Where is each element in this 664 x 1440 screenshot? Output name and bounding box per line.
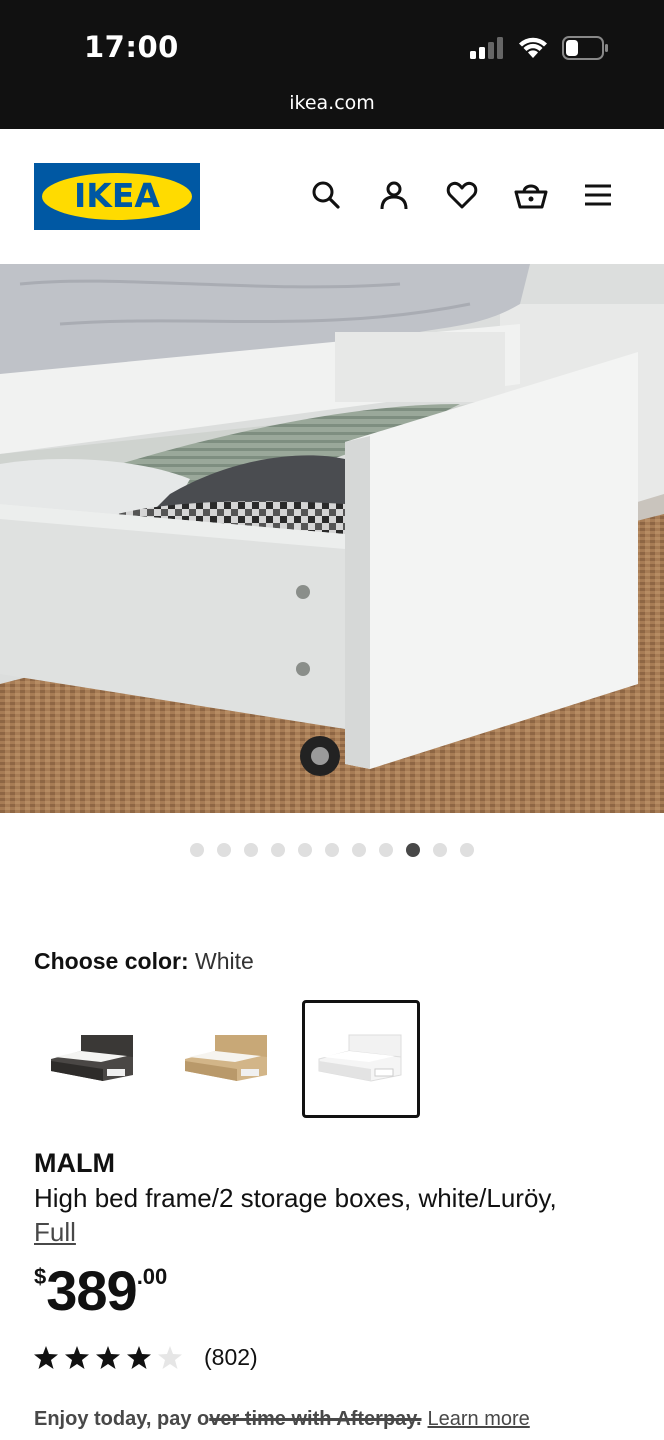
afterpay-learn-more-link[interactable]: Learn more xyxy=(428,1408,530,1430)
carousel-dot[interactable] xyxy=(325,843,339,857)
carousel-dot[interactable] xyxy=(433,843,447,857)
product-price: $389.00 xyxy=(34,1258,167,1323)
carousel-dot-active[interactable] xyxy=(406,843,420,857)
star-filled-icon xyxy=(127,1346,151,1369)
carousel-dot[interactable] xyxy=(271,843,285,857)
color-option-black-brown[interactable] xyxy=(34,1000,152,1118)
carousel-dot[interactable] xyxy=(460,843,474,857)
carousel-dots xyxy=(0,843,664,857)
bed-thumbnail-icon xyxy=(318,1034,402,1082)
color-swatches xyxy=(34,1000,420,1118)
color-option-oak[interactable] xyxy=(168,1000,286,1118)
battery-icon xyxy=(562,36,608,60)
price-currency: $ xyxy=(34,1264,47,1289)
product-size-link[interactable]: Full xyxy=(34,1217,76,1247)
carousel-dot[interactable] xyxy=(379,843,393,857)
product-image[interactable] xyxy=(0,264,664,813)
price-integer: 389 xyxy=(46,1259,137,1322)
bed-thumbnail-icon xyxy=(51,1035,133,1081)
logo-text: IKEA xyxy=(74,176,160,215)
star-filled-icon xyxy=(65,1346,89,1369)
carousel-dot[interactable] xyxy=(190,843,204,857)
basket-icon[interactable] xyxy=(514,179,548,211)
color-chooser-label: Choose color: White xyxy=(34,948,254,975)
header-nav-icons xyxy=(310,179,614,211)
carousel-dot[interactable] xyxy=(217,843,231,857)
carousel-dot[interactable] xyxy=(244,843,258,857)
heart-icon[interactable] xyxy=(446,179,478,211)
afterpay-lead-text: Enjoy today, pay o xyxy=(34,1408,210,1430)
site-header: IKEA xyxy=(0,129,664,264)
product-rating[interactable]: (802) xyxy=(34,1344,258,1371)
product-name: MALM xyxy=(34,1148,115,1178)
review-count[interactable]: (802) xyxy=(204,1344,258,1371)
status-icons xyxy=(470,36,608,60)
signal-icon xyxy=(470,37,503,59)
star-filled-icon xyxy=(34,1346,58,1369)
choose-color-label: Choose color: xyxy=(34,948,189,974)
wifi-icon xyxy=(519,37,547,58)
product-description: High bed frame/2 storage boxes, white/Lu… xyxy=(34,1181,634,1249)
status-bar: 17:00 ikea.com xyxy=(0,0,664,129)
account-icon[interactable] xyxy=(378,179,410,211)
afterpay-struck-text: ver time with Afterpay. xyxy=(209,1408,422,1430)
selected-color-value: White xyxy=(195,948,254,974)
search-icon[interactable] xyxy=(310,179,342,211)
color-option-white[interactable] xyxy=(302,1000,420,1118)
carousel-dot[interactable] xyxy=(352,843,366,857)
ikea-logo[interactable]: IKEA xyxy=(34,163,200,230)
carousel-dot[interactable] xyxy=(298,843,312,857)
afterpay-banner: Enjoy today, pay over time with Afterpay… xyxy=(34,1408,530,1431)
browser-url[interactable]: ikea.com xyxy=(0,92,664,114)
rating-stars xyxy=(34,1346,182,1369)
product-photo-illustration xyxy=(0,264,664,813)
star-empty-icon xyxy=(158,1346,182,1369)
price-decimal: .00 xyxy=(136,1264,168,1289)
menu-icon[interactable] xyxy=(582,179,614,211)
product-description-text: High bed frame/2 storage boxes, white/Lu… xyxy=(34,1183,557,1213)
star-filled-icon xyxy=(96,1346,120,1369)
bed-thumbnail-icon xyxy=(185,1035,267,1081)
status-time: 17:00 xyxy=(84,30,179,64)
